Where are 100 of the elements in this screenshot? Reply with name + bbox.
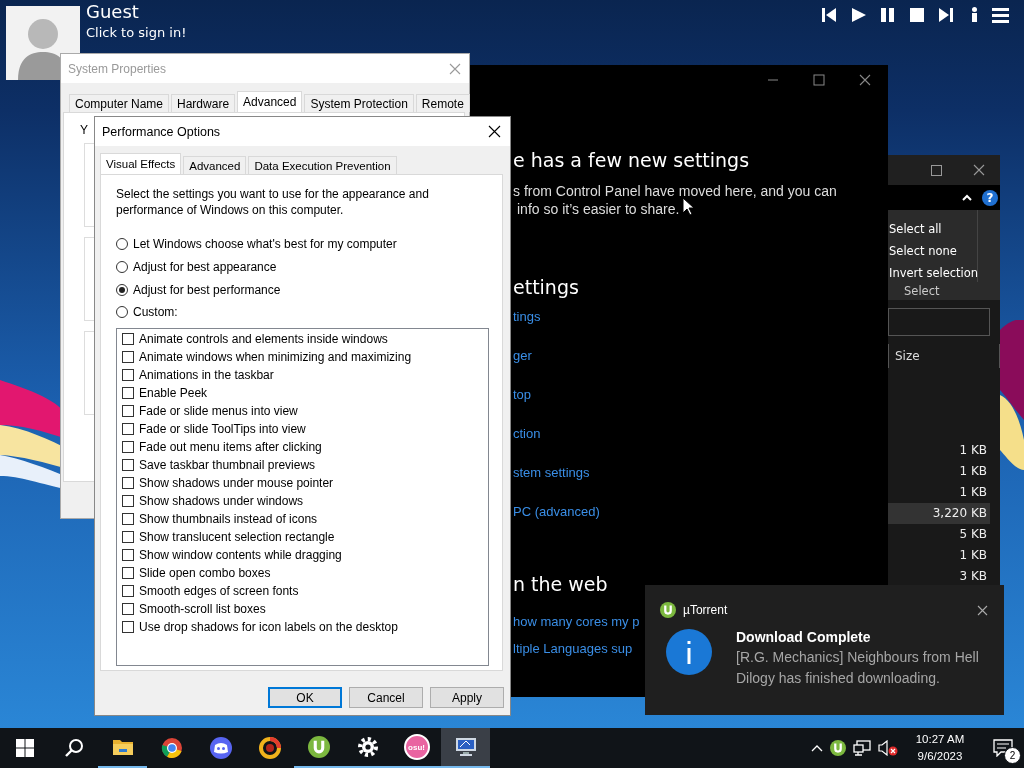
file-size[interactable]: 5 KB (888, 524, 990, 545)
dialog-button[interactable]: OK (268, 687, 342, 708)
settings-link[interactable]: ction (513, 424, 541, 444)
checkbox-label[interactable]: Slide open combo boxes (139, 565, 271, 580)
menu-icon[interactable] (991, 6, 1010, 24)
time-text: 10:27 AM (915, 732, 965, 747)
ribbon-command[interactable]: Select none (889, 240, 977, 262)
next-icon[interactable] (937, 6, 955, 24)
ribbon-command[interactable]: Invert selection (889, 262, 977, 284)
notification-center-button[interactable]: 2 (982, 728, 1024, 768)
column-header[interactable]: Size (889, 349, 999, 363)
radio-label[interactable]: Let Windows choose what's best for my computer (133, 237, 397, 252)
checkbox[interactable] (122, 584, 134, 597)
caret-up-icon[interactable] (811, 744, 823, 752)
checkbox[interactable] (122, 332, 134, 345)
close-icon[interactable] (973, 164, 985, 176)
network-icon[interactable] (853, 740, 871, 756)
file-size[interactable]: 1 KB (888, 482, 990, 503)
checkbox-label[interactable]: Smooth-scroll list boxes (139, 601, 266, 616)
help-button[interactable]: ? (982, 189, 998, 206)
checkbox-label[interactable]: Show window contents while dragging (139, 547, 342, 562)
ribbon-command[interactable]: Select all (889, 218, 977, 240)
checkbox-label[interactable]: Animate windows when minimizing and maximizing (139, 349, 412, 364)
settings-link[interactable]: tings (513, 307, 541, 327)
checkbox[interactable] (122, 494, 134, 507)
settings-link[interactable]: top (513, 385, 532, 405)
checkbox[interactable] (122, 386, 134, 399)
checkbox[interactable] (122, 512, 134, 525)
checkbox-label[interactable]: Animations in the taskbar (139, 367, 274, 382)
checkbox[interactable] (122, 530, 134, 543)
checkbox[interactable] (122, 566, 134, 579)
checkbox[interactable] (122, 368, 134, 381)
radio-label[interactable]: Adjust for best appearance (133, 260, 277, 275)
maximize-icon[interactable] (813, 74, 825, 86)
previous-icon[interactable] (821, 6, 839, 24)
checkbox[interactable] (122, 404, 134, 417)
checkbox-label[interactable]: Show translucent selection rectangle (139, 529, 335, 544)
search-field[interactable] (888, 308, 990, 336)
checkbox-label[interactable]: Enable Peek (139, 385, 208, 400)
checkbox-label[interactable]: Show shadows under windows (139, 493, 304, 508)
radio-button[interactable] (116, 261, 128, 274)
settings-link[interactable]: ger (513, 346, 532, 366)
close-icon[interactable] (488, 125, 501, 138)
dialog-button[interactable]: Cancel (349, 687, 423, 708)
tab[interactable]: Advanced (237, 91, 303, 112)
checkbox-label[interactable]: Animate controls and elements inside windows (139, 331, 388, 346)
radio-button[interactable] (116, 306, 128, 319)
file-size[interactable]: 1 KB (888, 545, 990, 566)
close-icon[interactable] (977, 604, 988, 616)
user-name[interactable]: Guest (86, 3, 187, 21)
checkbox[interactable] (122, 350, 134, 363)
file-size[interactable]: 3,220 KB (888, 503, 990, 524)
radio-label[interactable]: Custom: (133, 305, 178, 320)
settings-link[interactable]: stem settings (513, 463, 590, 483)
tab[interactable]: Visual Effects (100, 153, 182, 174)
dialog-button[interactable]: Apply (430, 687, 504, 708)
stop-icon[interactable] (908, 6, 926, 24)
caret-up-icon[interactable] (962, 194, 972, 201)
tab[interactable]: Computer Name (69, 94, 170, 112)
checkbox-label[interactable]: Fade out menu items after clicking (139, 439, 322, 454)
tab[interactable]: Hardware (171, 94, 236, 112)
help-link[interactable]: how many cores my p (513, 612, 640, 632)
checkbox-label[interactable]: Smooth edges of screen fonts (139, 583, 299, 598)
checkbox-label[interactable]: Save taskbar thumbnail previews (139, 457, 316, 472)
checkbox[interactable] (122, 422, 134, 435)
checkbox-label[interactable]: Show shadows under mouse pointer (139, 475, 334, 490)
checkbox-label[interactable]: Fade or slide menus into view (139, 403, 298, 418)
checkbox[interactable] (122, 476, 134, 489)
file-size[interactable]: 1 KB (888, 440, 990, 461)
file-size[interactable]: 3 KB (888, 566, 990, 587)
settings-link[interactable]: PC (advanced) (513, 502, 600, 522)
sign-in-link[interactable]: Click to sign in! (86, 25, 187, 41)
maximize-icon[interactable] (931, 164, 942, 176)
torrent-icon[interactable] (830, 740, 846, 756)
cursor-icon (682, 197, 694, 216)
radio-label[interactable]: Adjust for best performance (133, 282, 281, 297)
checkbox-label[interactable]: Use drop shadows for icon labels on the desktop (139, 619, 398, 634)
play-icon[interactable] (850, 6, 868, 24)
file-size[interactable]: 1 KB (888, 461, 990, 482)
radio-button[interactable] (116, 283, 128, 296)
tab[interactable]: Advanced (183, 156, 247, 174)
volume-icon[interactable] (878, 740, 898, 756)
tab[interactable]: Remote (415, 94, 470, 112)
help-link[interactable]: ltiple Languages sup (513, 639, 633, 659)
pause-icon[interactable] (879, 6, 897, 24)
computer-icon (453, 735, 478, 759)
torrent-icon (307, 736, 330, 758)
checkbox[interactable] (122, 548, 134, 561)
checkbox[interactable] (122, 620, 134, 633)
clock[interactable]: 10:27 AM 9/6/2023 (905, 731, 975, 765)
checkbox[interactable] (122, 602, 134, 615)
taskbar-button[interactable] (441, 728, 490, 768)
radio-button[interactable] (116, 238, 128, 251)
tab[interactable]: Data Execution Prevention (248, 156, 397, 174)
tab[interactable]: System Protection (304, 94, 414, 112)
ring-icon (258, 737, 281, 759)
checkbox[interactable] (122, 458, 134, 471)
checkbox-label[interactable]: Show thumbnails instead of icons (139, 511, 318, 526)
checkbox-label[interactable]: Fade or slide ToolTips into view (139, 421, 306, 436)
checkbox[interactable] (122, 440, 134, 453)
